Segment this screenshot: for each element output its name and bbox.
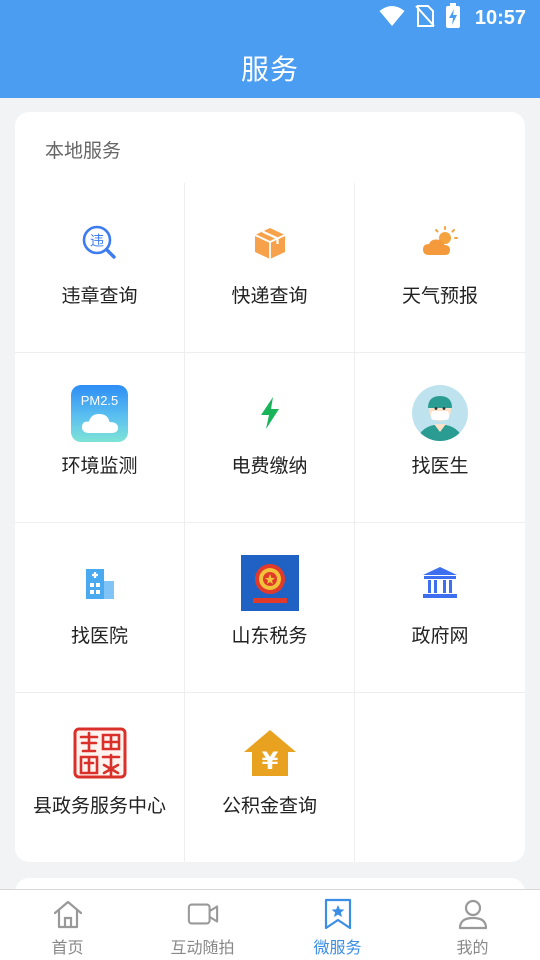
service-label: 环境监测 xyxy=(61,455,138,477)
empty-cell xyxy=(355,693,525,862)
service-express-query[interactable]: 快递查询 xyxy=(185,183,355,353)
tax-emblem-icon xyxy=(240,553,300,613)
user-icon xyxy=(457,898,489,930)
no-sim-icon xyxy=(415,5,435,31)
service-label: 违章查询 xyxy=(61,285,138,307)
pm25-icon: PM2.5 xyxy=(70,383,130,443)
service-housing-fund-query[interactable]: ¥ 公积金查询 xyxy=(185,693,355,862)
bottom-navigation: 首页 互动随拍 微服务 我的 xyxy=(0,889,540,960)
service-label: 山东税务 xyxy=(231,625,308,647)
government-building-icon xyxy=(410,553,470,613)
service-label: 电费缴纳 xyxy=(231,455,308,477)
service-shandong-tax[interactable]: 山东税务 xyxy=(185,523,355,693)
status-time: 10:57 xyxy=(474,6,526,29)
pm25-badge-text: PM2.5 xyxy=(80,392,119,408)
wifi-icon xyxy=(379,5,405,31)
status-bar: 10:57 xyxy=(0,0,540,36)
tab-micro-service[interactable]: 微服务 xyxy=(270,890,405,960)
service-find-doctor[interactable]: 找医生 xyxy=(355,353,525,523)
service-label: 天气预报 xyxy=(401,285,478,307)
tab-label: 互动随拍 xyxy=(170,938,235,957)
housing-fund-icon: ¥ xyxy=(240,723,300,783)
service-environment-monitoring[interactable]: PM2.5 环境监测 xyxy=(15,353,185,523)
service-weather-forecast[interactable]: 天气预报 xyxy=(355,183,525,353)
svg-text:违: 违 xyxy=(90,234,104,250)
service-label: 快递查询 xyxy=(231,285,308,307)
tab-home[interactable]: 首页 xyxy=(0,890,135,960)
local-services-card: 本地服务 违 违章查询 快递查询 天气预报 PM2.5 环境监测 电费缴纳 找医… xyxy=(15,112,525,862)
tab-label: 微服务 xyxy=(313,938,362,957)
service-label: 公积金查询 xyxy=(221,795,317,817)
service-label: 县政务服务中心 xyxy=(32,795,166,817)
service-label: 找医院 xyxy=(70,625,128,647)
service-label: 找医生 xyxy=(411,455,469,477)
home-icon xyxy=(52,898,84,930)
service-find-hospital[interactable]: 找医院 xyxy=(15,523,185,693)
services-grid: 违 违章查询 快递查询 天气预报 PM2.5 环境监测 电费缴纳 找医生 找医院… xyxy=(15,183,525,862)
tab-mine[interactable]: 我的 xyxy=(405,890,540,960)
service-electricity-payment[interactable]: 电费缴纳 xyxy=(185,353,355,523)
seal-stamp-icon xyxy=(70,723,130,783)
yuan-glyph: ¥ xyxy=(261,747,278,775)
doctor-avatar-icon xyxy=(410,383,470,443)
package-icon xyxy=(240,213,300,273)
tab-interactive-photo[interactable]: 互动随拍 xyxy=(135,890,270,960)
tab-label: 首页 xyxy=(51,938,84,957)
service-county-government-center[interactable]: 县政务服务中心 xyxy=(15,693,185,862)
service-label: 政府网 xyxy=(411,625,469,647)
page-title: 服务 xyxy=(240,53,299,86)
hospital-icon xyxy=(70,553,130,613)
bookmark-star-icon xyxy=(322,898,354,930)
service-government-website[interactable]: 政府网 xyxy=(355,523,525,693)
app-header: 10:57 服务 xyxy=(0,0,540,98)
weather-icon xyxy=(410,213,470,273)
battery-charging-icon xyxy=(445,3,461,33)
section-title: 本地服务 xyxy=(45,140,122,162)
lightning-icon xyxy=(240,383,300,443)
service-violation-query[interactable]: 违 违章查询 xyxy=(15,183,185,353)
video-camera-icon xyxy=(187,898,219,930)
violation-search-icon: 违 xyxy=(70,213,130,273)
tab-label: 我的 xyxy=(456,938,489,957)
